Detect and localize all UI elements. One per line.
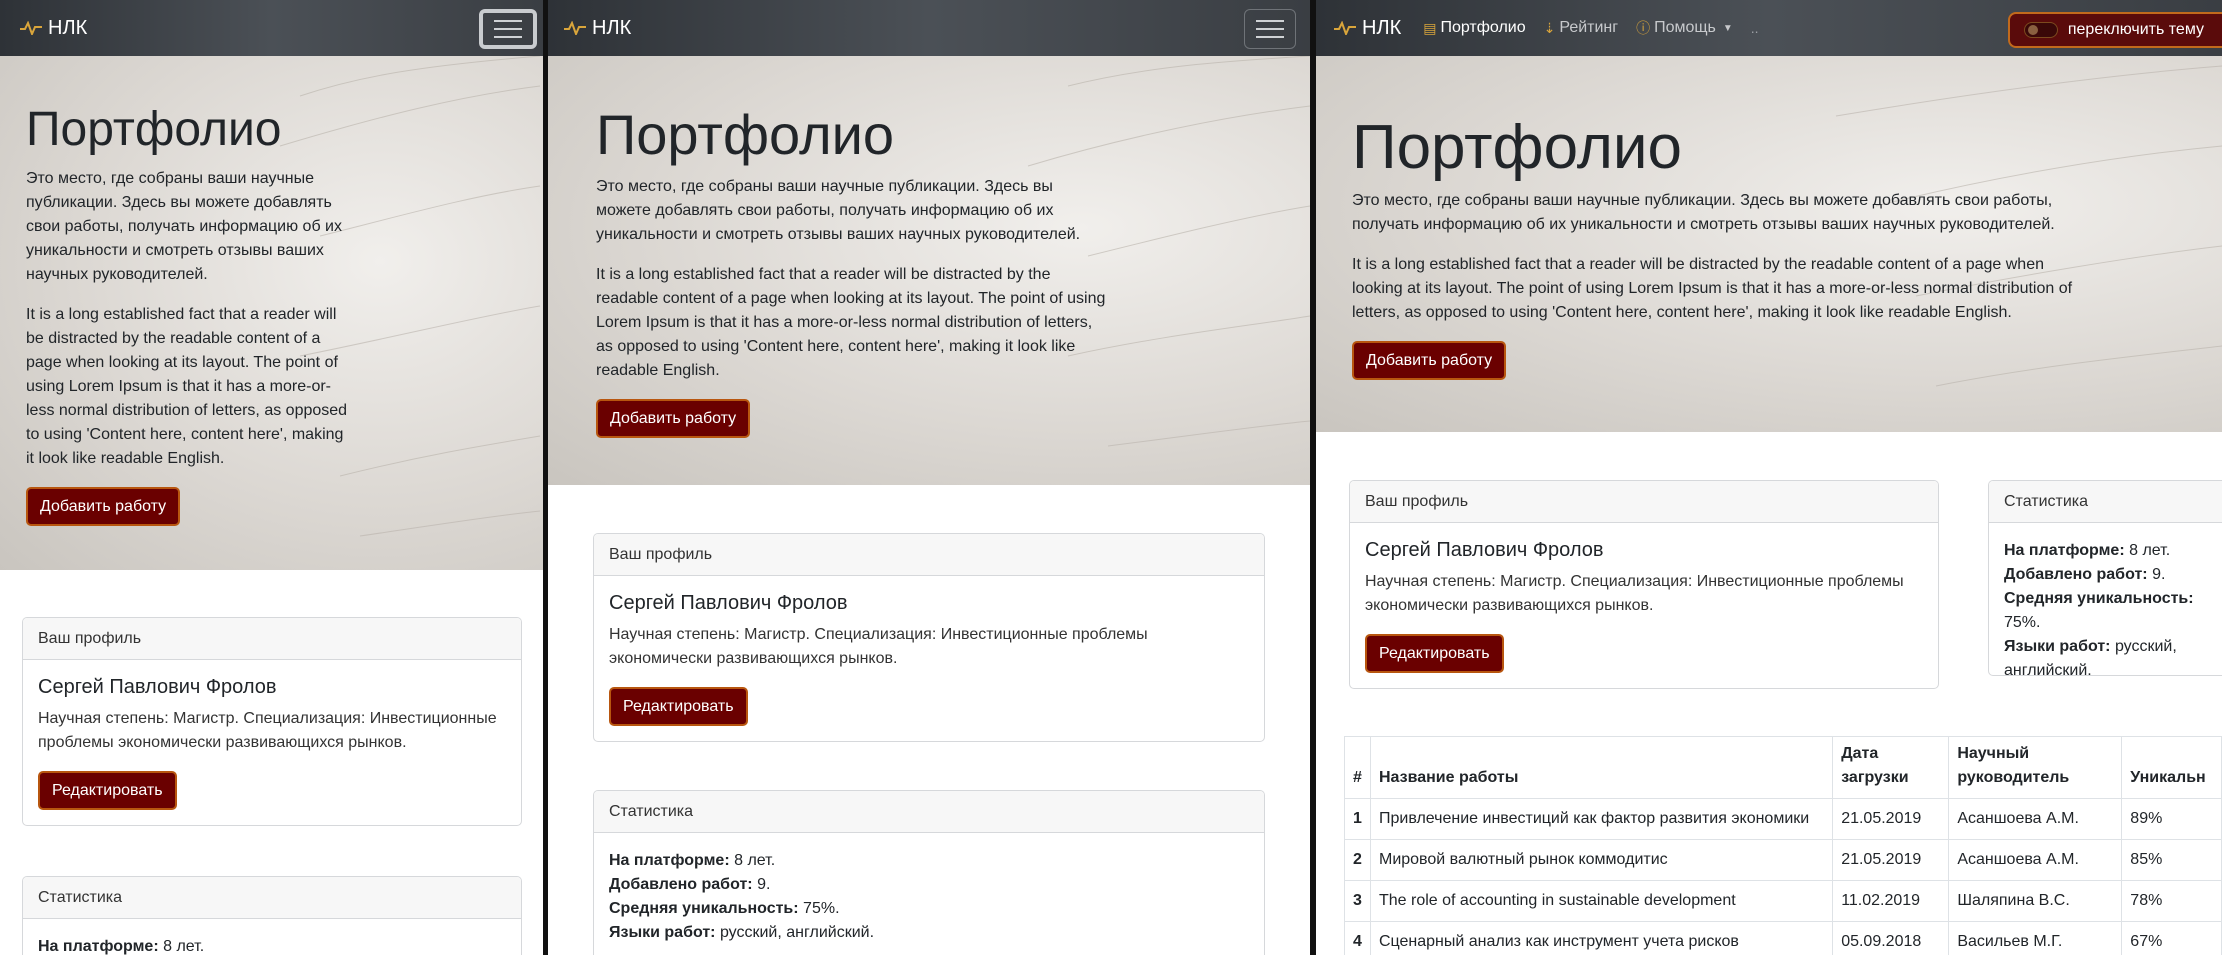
- work-title-link[interactable]: Привлечение инвестиций как фактор развит…: [1369, 798, 1834, 840]
- theme-toggle-label: переключить тему: [2067, 21, 2204, 38]
- brand-link[interactable]: НЛК: [1334, 17, 1401, 40]
- stat-line: Средняя уникальность: 75%.: [2004, 590, 2194, 631]
- stat-line: Добавлено работ: 9.: [609, 876, 771, 893]
- stat-line: На платформе: 8 лет.: [38, 938, 205, 955]
- stats-card-header: Статистика: [594, 791, 1264, 833]
- chevron-down-icon: ▼: [1722, 22, 1733, 34]
- stat-line: Языки работ: русский, английский.: [609, 924, 875, 941]
- hero-lead: Это место, где собраны ваши научные публ…: [596, 178, 1081, 243]
- profile-description: Научная степень: Магистр. Специализация:…: [38, 710, 497, 751]
- nav-link-portfolio[interactable]: ▤ Портфолио: [1423, 19, 1525, 37]
- table-row[interactable]: 4 Сценарный анализ как инструмент учета …: [1344, 921, 2222, 955]
- navbar: НЛК: [0, 0, 543, 56]
- help-circle-icon: ⓘ: [1636, 20, 1651, 36]
- edit-profile-button[interactable]: Редактировать: [609, 687, 748, 727]
- profile-description: Научная степень: Магистр. Специализация:…: [609, 626, 1148, 667]
- hero-section: Портфолио Это место, где собраны ваши на…: [0, 56, 543, 570]
- page-title: Портфолио: [1352, 113, 1682, 182]
- profile-description: Научная степень: Магистр. Специализация:…: [1365, 573, 1904, 614]
- stat-line: Добавлено работ: 9.: [2004, 566, 2166, 583]
- profile-name: Сергей Павлович Фролов: [38, 676, 277, 698]
- navbar: НЛК ▤ Портфолио ⇣ Рейтинг ⓘ Помощь ▼ .. …: [1316, 0, 2222, 56]
- add-work-button[interactable]: Добавить работу: [1352, 341, 1507, 381]
- stats-card-header: Статистика: [23, 877, 521, 919]
- hero-body: It is a long established fact that a rea…: [1352, 256, 2073, 321]
- brand-link[interactable]: НЛК: [564, 17, 631, 40]
- work-title-link[interactable]: The role of accounting in sustainable de…: [1369, 880, 1834, 922]
- hamburger-icon: [1256, 20, 1284, 22]
- menu-toggle-button[interactable]: [1244, 9, 1296, 49]
- page-title: Портфолио: [26, 103, 282, 156]
- column-header[interactable]: Уникальн: [2121, 736, 2222, 799]
- nav-label: Портфолио: [1440, 19, 1526, 36]
- table-row[interactable]: 3 The role of accounting in sustainable …: [1344, 880, 2222, 922]
- profile-name: Сергей Павлович Фролов: [609, 592, 848, 614]
- pulse-icon: [1334, 21, 1356, 35]
- work-title-link[interactable]: Сценарный анализ как инструмент учета ри…: [1369, 921, 1834, 955]
- hero-section: Портфолио Это место, где собраны ваши на…: [548, 56, 1310, 485]
- hero-lead: Это место, где собраны ваши научные публ…: [26, 170, 342, 283]
- toggle-switch-icon: [2023, 22, 2058, 38]
- page-title: Портфолио: [596, 103, 895, 166]
- profile-card-header: Ваш профиль: [1350, 481, 1938, 523]
- table-header-row: # Название работы Дата загрузки Научный …: [1344, 736, 2222, 799]
- hero-body: It is a long established fact that a rea…: [596, 266, 1106, 379]
- column-header[interactable]: Научный руководитель: [1948, 736, 2123, 799]
- profile-card: Ваш профиль Сергей Павлович Фролов Научн…: [22, 617, 522, 826]
- table-row[interactable]: 1 Привлечение инвестиций как фактор разв…: [1344, 798, 2222, 840]
- hero-lead: Это место, где собраны ваши научные публ…: [1352, 192, 2055, 233]
- work-title-link[interactable]: Мировой валютный рынок коммодитис: [1369, 839, 1834, 881]
- nav-more[interactable]: ..: [1751, 20, 1759, 36]
- brand-link[interactable]: НЛК: [20, 17, 87, 40]
- profile-name: Сергей Павлович Фролов: [1365, 539, 1604, 561]
- table-row[interactable]: 2 Мировой валютный рынок коммодитис 21.0…: [1344, 839, 2222, 881]
- theme-toggle-button[interactable]: переключить тему: [2007, 12, 2222, 48]
- stat-line: На платформе: 8 лет.: [609, 852, 776, 869]
- stat-line: Языки работ: русский, английский.: [2004, 638, 2177, 676]
- profile-card: Ваш профиль Сергей Павлович Фролов Научн…: [593, 533, 1265, 742]
- nav-label: Помощь: [1654, 19, 1716, 36]
- navbar: НЛК: [548, 0, 1310, 56]
- profile-card: Ваш профиль Сергей Павлович Фролов Научн…: [1349, 480, 1939, 689]
- hero-body: It is a long established fact that a rea…: [26, 306, 348, 467]
- brand-name: НЛК: [1362, 16, 1402, 39]
- nav-link-help[interactable]: ⓘ Помощь ▼: [1636, 18, 1733, 38]
- hamburger-icon: [494, 20, 522, 22]
- works-table: # Название работы Дата загрузки Научный …: [1344, 736, 2222, 955]
- add-work-button[interactable]: Добавить работу: [26, 487, 181, 527]
- stat-line: Средняя уникальность: 75%.: [609, 900, 840, 917]
- menu-toggle-button[interactable]: [479, 9, 537, 49]
- brand-name: НЛК: [48, 16, 88, 39]
- edit-profile-button[interactable]: Редактировать: [1365, 634, 1504, 674]
- pulse-icon: [20, 21, 42, 35]
- add-work-button[interactable]: Добавить работу: [596, 399, 751, 439]
- stat-line: На платформе: 8 лет.: [2004, 542, 2171, 559]
- hero-section: Портфолио Это место, где собраны ваши на…: [1316, 56, 2222, 432]
- portfolio-icon: ▤: [1423, 19, 1437, 36]
- stats-card: Статистика На платформе: 8 лет.: [22, 876, 522, 955]
- nav-label: Рейтинг: [1559, 19, 1619, 36]
- nav-menu: ▤ Портфолио ⇣ Рейтинг ⓘ Помощь ▼ ..: [1423, 18, 1758, 38]
- profile-card-header: Ваш профиль: [23, 618, 521, 660]
- ranking-icon: ⇣: [1543, 19, 1556, 36]
- brand-name: НЛК: [592, 16, 632, 39]
- profile-card-header: Ваш профиль: [594, 534, 1264, 576]
- nav-link-ranking[interactable]: ⇣ Рейтинг: [1544, 19, 1618, 37]
- column-header: #: [1344, 736, 1371, 799]
- column-header[interactable]: Дата загрузки: [1832, 736, 1950, 799]
- stats-card: Статистика На платформе: 8 лет. Добавлен…: [593, 790, 1265, 955]
- stats-card-header: Статистика: [1989, 481, 2222, 523]
- pulse-icon: [564, 21, 586, 35]
- column-header[interactable]: Название работы: [1369, 736, 1834, 799]
- edit-profile-button[interactable]: Редактировать: [38, 771, 177, 811]
- stats-card: Статистика На платформе: 8 лет. Добавлен…: [1988, 480, 2222, 676]
